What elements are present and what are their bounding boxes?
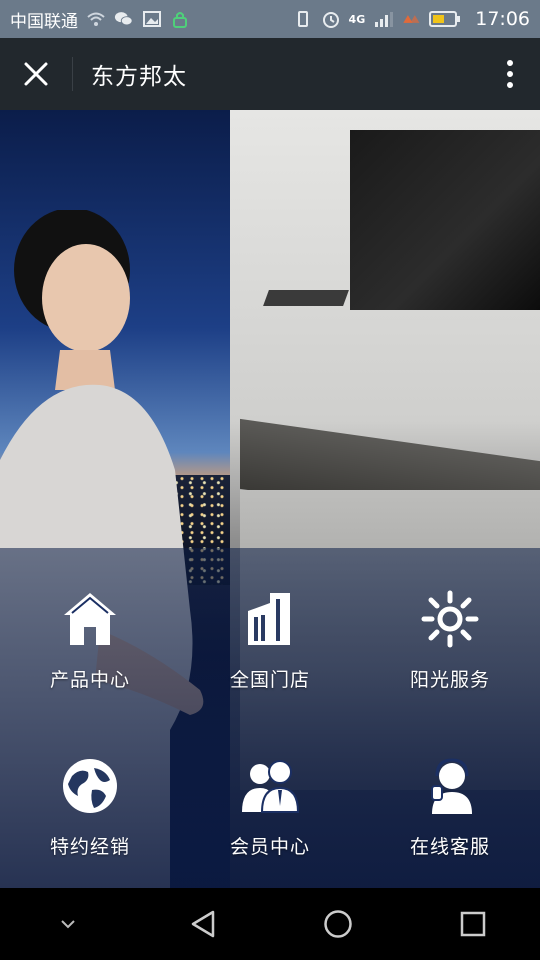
home-button[interactable] <box>298 888 378 960</box>
home-circle-icon <box>323 910 352 938</box>
network-type: 4G <box>348 12 366 26</box>
menu-label: 特约经销 <box>49 835 130 858</box>
more-vertical-icon <box>507 60 513 88</box>
menu-item-online-support[interactable]: 在线客服 <box>360 722 540 889</box>
status-left: 中国联通 <box>10 7 190 32</box>
wechat-icon <box>114 12 133 26</box>
menu-label: 在线客服 <box>409 835 490 858</box>
range-hood <box>263 290 349 306</box>
menu-label: 产品中心 <box>49 669 130 691</box>
house-icon <box>64 593 116 645</box>
upper-cabinet <box>350 130 540 310</box>
close-button[interactable] <box>0 38 72 110</box>
menu-item-member-center[interactable]: 会员中心 <box>180 722 360 889</box>
clock-time: 17:06 <box>475 8 530 30</box>
globe-icon <box>63 758 117 813</box>
sun-icon <box>421 590 479 648</box>
menu-label: 会员中心 <box>229 835 310 858</box>
carrier-name: 中国联通 <box>10 11 78 32</box>
members-icon <box>242 759 300 813</box>
more-options-button[interactable] <box>480 38 540 110</box>
menu-grid: 产品中心 全国门店 阳光服务 特约经销 会员中心 在线客服 <box>0 555 540 888</box>
close-icon <box>24 62 48 86</box>
menu-label: 阳光服务 <box>409 669 490 691</box>
title-bar: 东方邦太 <box>0 38 540 110</box>
status-bar: 中国联通 4G 17:06 <box>0 0 540 38</box>
menu-item-sunshine-service[interactable]: 阳光服务 <box>360 555 540 722</box>
system-nav-bar <box>0 888 540 960</box>
menu-item-product-center[interactable]: 产品中心 <box>0 555 180 722</box>
page-title: 东方邦太 <box>91 64 187 90</box>
headset-icon <box>431 757 472 814</box>
back-triangle-icon <box>191 910 214 938</box>
data-transfer-icon <box>403 15 420 23</box>
menu-label: 全国门店 <box>229 669 310 691</box>
back-button[interactable] <box>163 888 243 960</box>
status-right: 4G 17:06 <box>293 8 530 30</box>
battery-icon <box>429 11 461 27</box>
recent-apps-button[interactable] <box>433 888 513 960</box>
image-icon <box>143 11 161 27</box>
chevron-down-icon <box>60 920 75 929</box>
alarm-icon <box>322 12 339 28</box>
menu-item-special-distributors[interactable]: 特约经销 <box>0 722 180 889</box>
recent-square-icon <box>460 911 485 937</box>
signal-icon <box>375 12 394 27</box>
wifi-question-icon <box>87 12 105 26</box>
vibrate-icon <box>297 11 308 27</box>
hide-keyboard-button[interactable] <box>28 888 108 960</box>
lock-icon <box>173 12 187 28</box>
menu-item-national-stores[interactable]: 全国门店 <box>180 555 360 722</box>
title-divider <box>72 57 73 91</box>
building-icon <box>248 593 290 645</box>
